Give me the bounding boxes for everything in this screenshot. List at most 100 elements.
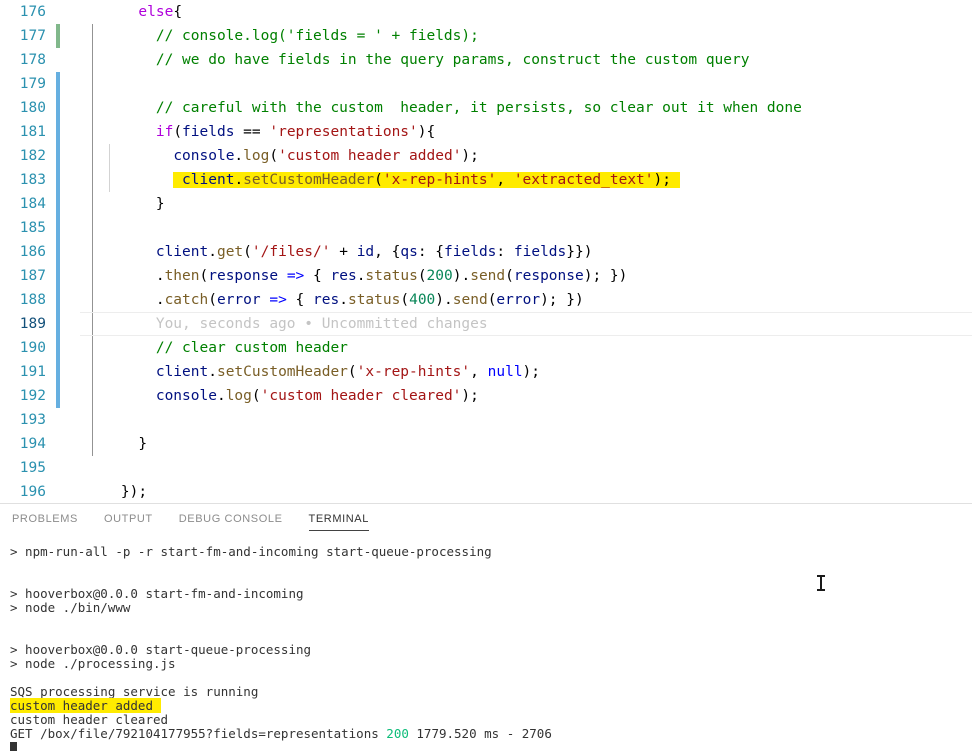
terminal-cursor	[10, 742, 17, 751]
code-line[interactable]: 188 .catch(error => { res.status(400).se…	[0, 288, 972, 312]
code-token: );	[461, 148, 479, 164]
line-number: 194	[19, 436, 46, 452]
code-token: send	[470, 268, 506, 284]
terminal-line: SQS processing service is running	[10, 685, 962, 699]
code-line[interactable]: 182 console.log('custom header added');	[0, 144, 972, 168]
code-token: .	[208, 364, 217, 380]
code-line[interactable]: 190 // clear custom header	[0, 336, 972, 360]
code-token: (	[400, 292, 410, 308]
code-editor[interactable]: 176 else{177 // console.log('fields = ' …	[0, 0, 972, 503]
active-line-border	[80, 312, 972, 313]
gutter-change-marker-modified[interactable]	[56, 216, 60, 240]
code-line[interactable]: 181 if(fields == 'representations'){	[0, 120, 972, 144]
gutter-change-marker-modified[interactable]	[56, 144, 60, 168]
code-line[interactable]: 185	[0, 216, 972, 240]
code-token: );	[653, 172, 671, 188]
code-line[interactable]: 186 client.get('/files/' + id, {qs: {fie…	[0, 240, 972, 264]
gutter-change-marker-modified[interactable]	[56, 96, 60, 120]
code-line[interactable]: 191 client.setCustomHeader('x-rep-hints'…	[0, 360, 972, 384]
code-line[interactable]: 176 else{	[0, 0, 972, 24]
code-line[interactable]: 180 // careful with the custom header, i…	[0, 96, 972, 120]
terminal-line: > node ./processing.js	[10, 657, 962, 671]
gutter-change-marker-modified[interactable]	[56, 240, 60, 264]
code-token: error	[496, 292, 541, 308]
line-number: 177	[19, 28, 46, 44]
code-token: setCustomHeader	[243, 172, 375, 188]
line-number: 176	[19, 4, 46, 20]
code-line[interactable]: 192 console.log('custom header cleared')…	[0, 384, 972, 408]
gutter-change-marker-modified[interactable]	[56, 312, 60, 336]
code-text: You, seconds ago • Uncommitted changes	[86, 312, 488, 336]
code-token: (	[269, 148, 279, 164]
gutter-change-marker-added[interactable]	[56, 24, 60, 48]
gutter-change-marker-modified[interactable]	[56, 288, 60, 312]
code-line[interactable]: 178 // we do have fields in the query pa…	[0, 48, 972, 72]
code-token: , {	[374, 244, 401, 260]
http-status-code: 200	[386, 726, 409, 741]
code-token: catch	[164, 292, 209, 308]
code-text: else{	[86, 0, 182, 24]
panel-tab-debug-console[interactable]: DEBUG CONSOLE	[179, 513, 283, 530]
code-token: +	[330, 244, 357, 260]
code-line[interactable]: 184 }	[0, 192, 972, 216]
code-token: 'x-rep-hints'	[382, 172, 497, 188]
gutter-change-marker-modified[interactable]	[56, 168, 60, 192]
indent-guide	[92, 216, 93, 240]
code-line[interactable]: 179	[0, 72, 972, 96]
code-line[interactable]: 196 });	[0, 480, 972, 503]
code-token: ){	[417, 124, 436, 140]
gutter-change-marker-modified[interactable]	[56, 360, 60, 384]
code-token: // careful with the custom header, it pe…	[155, 100, 802, 116]
search-highlight: client.setCustomHeader('x-rep-hints', 'e…	[173, 172, 680, 188]
code-token: setCustomHeader	[216, 364, 348, 380]
indent-guide	[92, 72, 93, 96]
panel-tab-output[interactable]: OUTPUT	[104, 513, 153, 530]
terminal-line	[10, 741, 962, 751]
code-line[interactable]: 183 client.setCustomHeader('x-rep-hints'…	[0, 168, 972, 192]
code-line[interactable]: 177 // console.log('fields = ' + fields)…	[0, 24, 972, 48]
gutter-change-marker-modified[interactable]	[56, 72, 60, 96]
indent-guide	[92, 408, 93, 432]
code-token: });	[86, 484, 148, 500]
gutter-change-marker-modified[interactable]	[56, 384, 60, 408]
code-token: client	[155, 364, 209, 380]
code-token: (	[505, 268, 514, 284]
code-text: if(fields == 'representations'){	[86, 120, 435, 144]
panel-tab-problems[interactable]: PROBLEMS	[12, 513, 78, 530]
code-text: client.setCustomHeader('x-rep-hints', 'e…	[86, 168, 680, 192]
panel-tab-terminal[interactable]: TERMINAL	[308, 513, 370, 531]
line-number: 179	[19, 76, 46, 92]
code-token: 'x-rep-hints'	[356, 364, 471, 380]
gutter-change-marker-modified[interactable]	[56, 264, 60, 288]
code-token: res	[313, 292, 340, 308]
code-line[interactable]: 194 }	[0, 432, 972, 456]
code-token: log	[243, 148, 270, 164]
gutter-change-marker-modified[interactable]	[56, 192, 60, 216]
gutter-change-marker-modified[interactable]	[56, 120, 60, 144]
line-number: 193	[19, 412, 46, 428]
terminal-text: custom header cleared	[10, 712, 169, 727]
code-token: .	[339, 292, 348, 308]
terminal-output[interactable]: > npm-run-all -p -r start-fm-and-incomin…	[0, 539, 972, 751]
code-token: .	[234, 172, 244, 188]
code-line[interactable]: 193	[0, 408, 972, 432]
code-line[interactable]: 189 You, seconds ago • Uncommitted chang…	[0, 312, 972, 336]
line-number: 192	[19, 388, 46, 404]
code-token: response	[513, 268, 584, 284]
gutter-change-marker-modified[interactable]	[56, 336, 60, 360]
git-blame-annotation[interactable]: You, seconds ago • Uncommitted changes	[86, 316, 488, 332]
code-token: qs	[400, 244, 418, 260]
code-line[interactable]: 195	[0, 456, 972, 480]
line-number: 185	[19, 220, 46, 236]
code-token: (	[251, 388, 261, 404]
code-line[interactable]: 187 .then(response => { res.status(200).…	[0, 264, 972, 288]
terminal-line: > npm-run-all -p -r start-fm-and-incomin…	[10, 545, 962, 559]
line-number: 186	[19, 244, 46, 260]
line-number: 178	[19, 52, 46, 68]
